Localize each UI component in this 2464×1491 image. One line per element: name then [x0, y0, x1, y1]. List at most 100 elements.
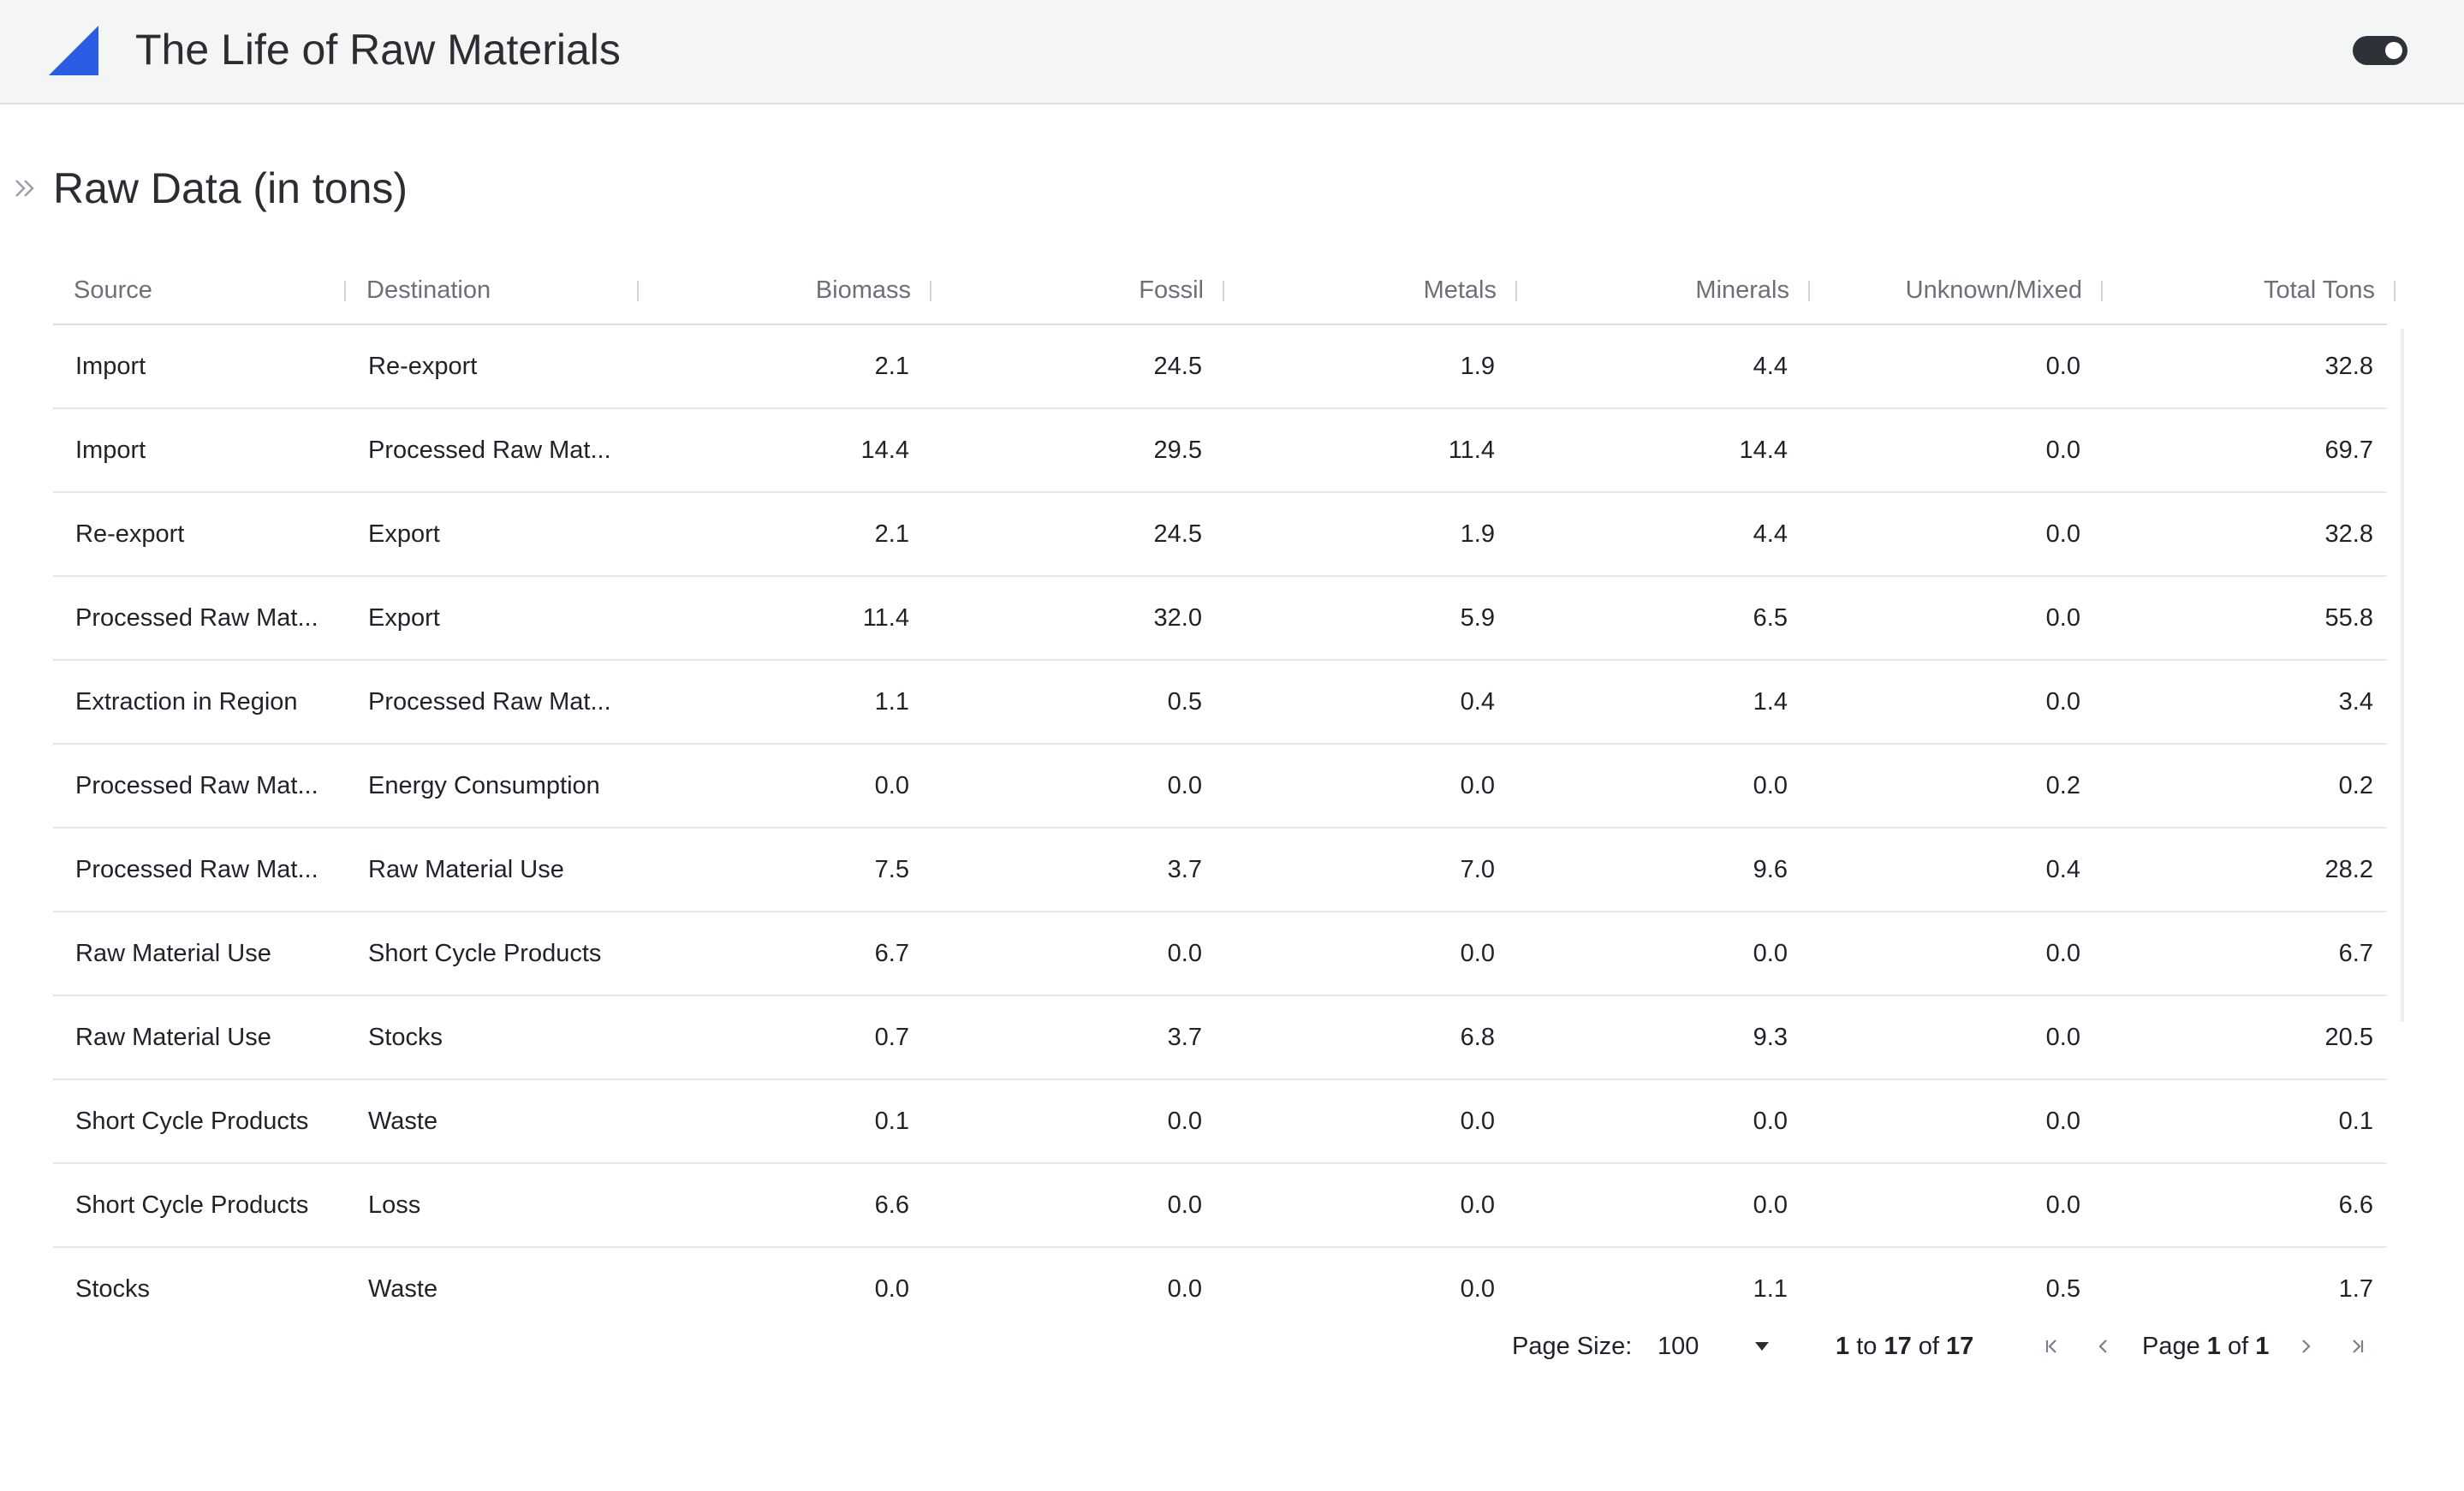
cell-metals: 0.0: [1460, 1191, 1495, 1219]
cell-metals: 5.9: [1460, 604, 1495, 632]
previous-page-icon[interactable]: [2089, 1332, 2118, 1361]
cell-destination: Raw Material Use: [368, 856, 564, 883]
range-to-word: to: [1856, 1333, 1878, 1360]
cell-metals: 6.8: [1460, 1024, 1495, 1051]
table-row[interactable]: Raw Material Use Stocks 0.7 3.7 6.8 9.3 0.0 20.…: [53, 996, 2387, 1080]
page-word: Page: [2142, 1333, 2200, 1360]
cell-destination: Loss: [368, 1191, 421, 1219]
cell-biomass: 6.7: [874, 940, 909, 967]
cell-source: Processed Raw Mat...: [75, 604, 318, 632]
cell-fossil: 3.7: [1167, 856, 1202, 883]
cell-unknown-mixed: 0.4: [2045, 856, 2080, 883]
range-of-word: of: [1918, 1333, 1939, 1360]
cell-minerals: 1.4: [1753, 688, 1788, 716]
cell-total-tons: 69.7: [2324, 437, 2373, 464]
cell-minerals: 14.4: [1739, 437, 1788, 464]
cell-source: Short Cycle Products: [75, 1191, 309, 1219]
table-row[interactable]: Stocks Waste 0.0 0.0 0.0 1.1 0.5 1.7: [53, 1248, 2387, 1330]
cell-metals: 0.0: [1460, 1108, 1495, 1135]
cell-destination: Energy Consumption: [368, 772, 600, 799]
cell-minerals: 9.3: [1753, 1024, 1788, 1051]
cell-fossil: 0.5: [1167, 688, 1202, 716]
header-biomass[interactable]: Biomass: [639, 257, 931, 324]
cell-minerals: 0.0: [1753, 1191, 1788, 1219]
table-row[interactable]: Short Cycle Products Waste 0.1 0.0 0.0 0.0 0.0…: [53, 1080, 2387, 1164]
cell-unknown-mixed: 0.0: [2045, 1024, 2080, 1051]
header-metals[interactable]: Metals: [1224, 257, 1517, 324]
cell-fossil: 29.5: [1153, 437, 1202, 464]
cell-metals: 0.0: [1460, 940, 1495, 967]
table-row[interactable]: Re-export Export 2.1 24.5 1.9 4.4 0.0 32.8: [53, 493, 2387, 577]
cell-unknown-mixed: 0.0: [2045, 353, 2080, 380]
first-page-icon[interactable]: [2038, 1332, 2067, 1361]
cell-source: Short Cycle Products: [75, 1108, 309, 1135]
header-label: Total Tons: [2263, 276, 2375, 304]
header-unknown-mixed[interactable]: Unknown/Mixed: [1810, 257, 2103, 324]
page-indicator: Page 1 of 1: [2142, 1325, 2269, 1368]
table-row[interactable]: Import Processed Raw Mat... 14.4 29.5 11.4 14…: [53, 409, 2387, 493]
cell-minerals: 4.4: [1753, 520, 1788, 548]
header-source[interactable]: Source: [53, 257, 346, 324]
cell-biomass: 14.4: [860, 437, 909, 464]
app-header: The Life of Raw Materials: [0, 0, 2464, 104]
table-row[interactable]: Extraction in Region Processed Raw Mat...…: [53, 661, 2387, 745]
cell-fossil: 24.5: [1153, 520, 1202, 548]
header-fossil[interactable]: Fossil: [931, 257, 1224, 324]
last-page-icon[interactable]: [2342, 1332, 2372, 1361]
cell-fossil: 0.0: [1167, 940, 1202, 967]
header-label: Fossil: [1139, 276, 1204, 304]
page-total: 1: [2255, 1333, 2270, 1360]
cell-source: Raw Material Use: [75, 940, 271, 967]
page-size-value: 100: [1658, 1333, 1699, 1360]
table-row[interactable]: Processed Raw Mat... Energy Consumption 0.…: [53, 745, 2387, 829]
cell-metals: 7.0: [1460, 856, 1495, 883]
cell-destination: Re-export: [368, 353, 478, 380]
cell-metals: 11.4: [1448, 437, 1495, 464]
cell-minerals: 4.4: [1753, 353, 1788, 380]
page-size-select[interactable]: 100: [1658, 1325, 1769, 1368]
table-row[interactable]: Processed Raw Mat... Raw Material Use 7.5 3…: [53, 829, 2387, 912]
range-from: 1: [1836, 1333, 1850, 1360]
next-page-icon[interactable]: [2291, 1332, 2320, 1361]
header-minerals[interactable]: Minerals: [1517, 257, 1810, 324]
table-row[interactable]: Raw Material Use Short Cycle Products 6.7 0…: [53, 912, 2387, 996]
cell-source: Processed Raw Mat...: [75, 772, 318, 799]
double-chevron-right-icon[interactable]: [9, 171, 43, 205]
theme-toggle[interactable]: [2353, 36, 2407, 65]
cell-minerals: 1.1: [1753, 1275, 1788, 1303]
cell-total-tons: 28.2: [2324, 856, 2373, 883]
header-label: Minerals: [1695, 276, 1789, 304]
cell-unknown-mixed: 0.0: [2045, 1108, 2080, 1135]
cell-total-tons: 1.7: [2338, 1275, 2373, 1303]
cell-destination: Processed Raw Mat...: [368, 688, 611, 716]
table-row[interactable]: Short Cycle Products Loss 6.6 0.0 0.0 0.0 0.0 6…: [53, 1164, 2387, 1248]
column-resize-handle[interactable]: [2394, 281, 2396, 301]
cell-total-tons: 0.2: [2338, 772, 2373, 799]
range-total: 17: [1946, 1333, 1974, 1360]
cell-metals: 0.0: [1460, 1275, 1495, 1303]
header-label: Metals: [1423, 276, 1497, 304]
cell-metals: 1.9: [1460, 520, 1495, 548]
cell-metals: 0.4: [1460, 688, 1495, 716]
header-label: Source: [74, 276, 152, 304]
cell-unknown-mixed: 0.0: [2045, 604, 2080, 632]
table-row[interactable]: Processed Raw Mat... Export 11.4 32.0 5.9 6.5…: [53, 577, 2387, 661]
header-destination[interactable]: Destination: [346, 257, 639, 324]
data-grid: Source Destination Biomass Fossil Metals…: [53, 257, 2396, 1351]
table-row[interactable]: Import Re-export 2.1 24.5 1.9 4.4 0.0 32.8: [53, 325, 2387, 409]
page-current: 1: [2206, 1333, 2221, 1360]
cell-total-tons: 55.8: [2324, 604, 2373, 632]
cell-unknown-mixed: 0.0: [2045, 940, 2080, 967]
header-total-tons[interactable]: Total Tons: [2103, 257, 2396, 324]
cell-total-tons: 6.7: [2338, 940, 2373, 967]
cell-minerals: 0.0: [1753, 1108, 1788, 1135]
cell-source: Stocks: [75, 1275, 151, 1303]
cell-source: Raw Material Use: [75, 1024, 271, 1051]
cell-fossil: 24.5: [1153, 353, 1202, 380]
cell-fossil: 0.0: [1167, 1191, 1202, 1219]
cell-biomass: 6.6: [874, 1191, 909, 1219]
cell-minerals: 0.0: [1753, 772, 1788, 799]
cell-source: Extraction in Region: [75, 688, 298, 716]
vertical-scrollbar[interactable]: [2397, 329, 2407, 1022]
cell-fossil: 0.0: [1167, 772, 1202, 799]
